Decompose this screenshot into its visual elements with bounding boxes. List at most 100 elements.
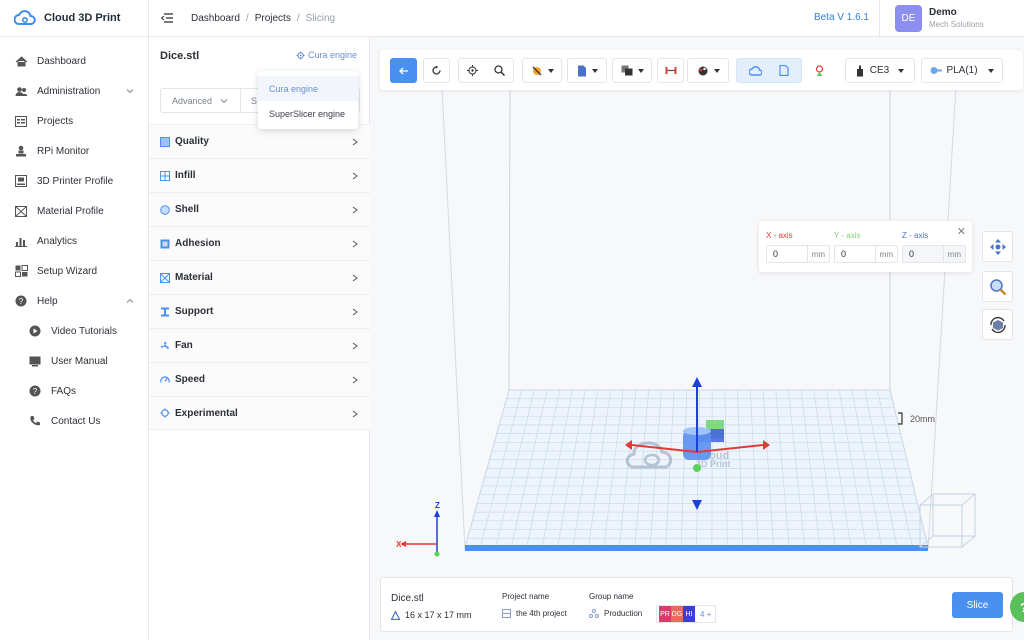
printer-label: CE3 [869, 65, 890, 76]
chevron-down-icon [220, 98, 228, 103]
3d-viewport[interactable]: Cloud 3D Print 20mm Z X CE3 PLA(1) X - a… [370, 37, 1024, 640]
breadcrumb-dashboard[interactable]: Dashboard [191, 13, 240, 24]
brand[interactable]: Cloud 3D Print [0, 0, 148, 37]
sidebar-item-label: Contact Us [51, 415, 101, 427]
mode-select[interactable]: Advanced [161, 89, 241, 112]
sidebar-item-3d-printer-profile[interactable]: 3D Printer Profile [0, 166, 148, 196]
breadcrumb-projects[interactable]: Projects [255, 13, 291, 24]
section-experimental[interactable]: Experimental [149, 396, 370, 430]
engine-selector[interactable]: Cura engine [296, 50, 357, 60]
paint-icon [698, 66, 707, 76]
filament-icon [930, 67, 943, 74]
support-paint-button[interactable] [806, 58, 833, 83]
back-button[interactable] [390, 58, 417, 83]
layers-dropdown[interactable] [567, 58, 607, 83]
printer-icon [856, 65, 863, 76]
sidebar-item-label: Dashboard [37, 55, 86, 67]
z-axis-input[interactable]: 0 mm [902, 245, 966, 263]
sidebar-item-administration[interactable]: Administration [0, 76, 148, 106]
chevron-right-icon [352, 376, 358, 384]
sidebar-item-rpi-monitor[interactable]: RPi Monitor [0, 136, 148, 166]
phone-icon [28, 415, 42, 427]
rotate-tool-button[interactable] [982, 309, 1013, 340]
menu-collapse-icon[interactable] [161, 13, 173, 23]
effects-dropdown[interactable] [522, 58, 562, 83]
axis-position-panel: X - axis Y - axis Z - axis ✕ 0 mm 0 mm 0 mm [759, 221, 972, 272]
scale-tool-button[interactable] [982, 271, 1013, 302]
breadcrumb-slicing: Slicing [305, 12, 336, 24]
center-icon[interactable] [467, 65, 478, 76]
sidebar-item-faqs[interactable]: ? FAQs [0, 376, 148, 406]
home-icon [14, 55, 28, 67]
section-infill[interactable]: Infill [149, 158, 370, 192]
group-name[interactable]: Production [589, 609, 642, 618]
section-support[interactable]: Support [149, 294, 370, 328]
more-tags[interactable]: 4 + [700, 610, 711, 619]
arrange-dropdown[interactable] [612, 58, 652, 83]
sidebar-item-analytics[interactable]: Analytics [0, 226, 148, 256]
quality-icon [160, 136, 170, 147]
section-speed[interactable]: Speed [149, 362, 370, 396]
chart-icon [14, 235, 28, 247]
sidebar-item-user-manual[interactable]: User Manual [0, 346, 148, 376]
copy-icon [621, 65, 632, 76]
y-axis-input[interactable]: 0 mm [834, 245, 898, 263]
measure-button[interactable] [657, 58, 684, 83]
section-material[interactable]: Material [149, 260, 370, 294]
model-info-card: Dice.stl 16 x 17 x 17 mm Project name th… [380, 577, 1013, 632]
sidebar-item-label: RPi Monitor [37, 145, 90, 157]
infill-icon [160, 170, 170, 181]
engine-option-superslicer[interactable]: SuperSlicer engine [258, 101, 358, 126]
section-adhesion[interactable]: Adhesion [149, 226, 370, 260]
caret-down-icon [591, 68, 598, 73]
frame-icon[interactable] [779, 65, 789, 76]
printer-icon [14, 175, 28, 187]
faq-icon: ? [28, 385, 42, 397]
scale-marker [898, 412, 903, 425]
reset-view-button[interactable] [423, 58, 450, 83]
sidebar-item-projects[interactable]: Projects [0, 106, 148, 136]
user-name[interactable]: Demo [929, 7, 957, 18]
sidebar-item-help[interactable]: ? Help [0, 286, 148, 316]
project-name[interactable]: the 4th project [502, 609, 567, 618]
topbar: Dashboard / Projects / Slicing Beta V 1.… [149, 0, 1024, 37]
close-icon[interactable]: ✕ [957, 225, 966, 238]
sidebar-item-label: Administration [37, 85, 101, 97]
tag-badge: DG [671, 606, 683, 622]
zoom-icon[interactable] [494, 65, 505, 76]
view-tools-group [458, 58, 514, 83]
printer-select[interactable]: CE3 [845, 58, 915, 83]
section-quality[interactable]: Quality [149, 124, 370, 158]
engine-option-cura[interactable]: Cura engine [258, 76, 358, 101]
shell-icon [160, 204, 170, 215]
dimensions-text: 16 x 17 x 17 mm [405, 610, 472, 620]
dimensions-icon [391, 610, 400, 620]
x-axis-input[interactable]: 0 mm [766, 245, 830, 263]
chevron-right-icon [352, 274, 358, 282]
slice-button[interactable]: Slice [952, 592, 1003, 618]
sidebar-item-setup-wizard[interactable]: Setup Wizard [0, 256, 148, 286]
tag-list[interactable]: PR DG HI 4 + [656, 605, 717, 623]
avatar[interactable]: DE [895, 5, 922, 32]
material-label: PLA(1) [946, 65, 978, 76]
sidebar-item-label: 3D Printer Profile [37, 175, 114, 187]
material-select[interactable]: PLA(1) [921, 58, 1003, 83]
manual-icon [28, 355, 42, 367]
secondary-select[interactable]: S [241, 96, 257, 106]
section-shell[interactable]: Shell [149, 192, 370, 226]
section-fan[interactable]: Fan [149, 328, 370, 362]
scene-canvas[interactable]: Cloud 3D Print 20mm Z X [370, 37, 1024, 640]
view-mode-group [736, 58, 802, 83]
z-axis-label: Z - axis [902, 231, 929, 240]
sidebar-item-contact-us[interactable]: Contact Us [0, 406, 148, 436]
sidebar-item-dashboard[interactable]: Dashboard [0, 46, 148, 76]
sidebar-item-material-profile[interactable]: Material Profile [0, 196, 148, 226]
arrow-left-icon [398, 67, 408, 74]
paint-dropdown[interactable] [687, 58, 729, 83]
move-tool-button[interactable] [982, 231, 1013, 262]
svg-text:?: ? [19, 297, 24, 306]
speed-icon [160, 375, 170, 383]
cloud-view-icon[interactable] [749, 65, 762, 76]
sidebar-item-video-tutorials[interactable]: Video Tutorials [0, 316, 148, 346]
gear-icon [296, 50, 305, 60]
